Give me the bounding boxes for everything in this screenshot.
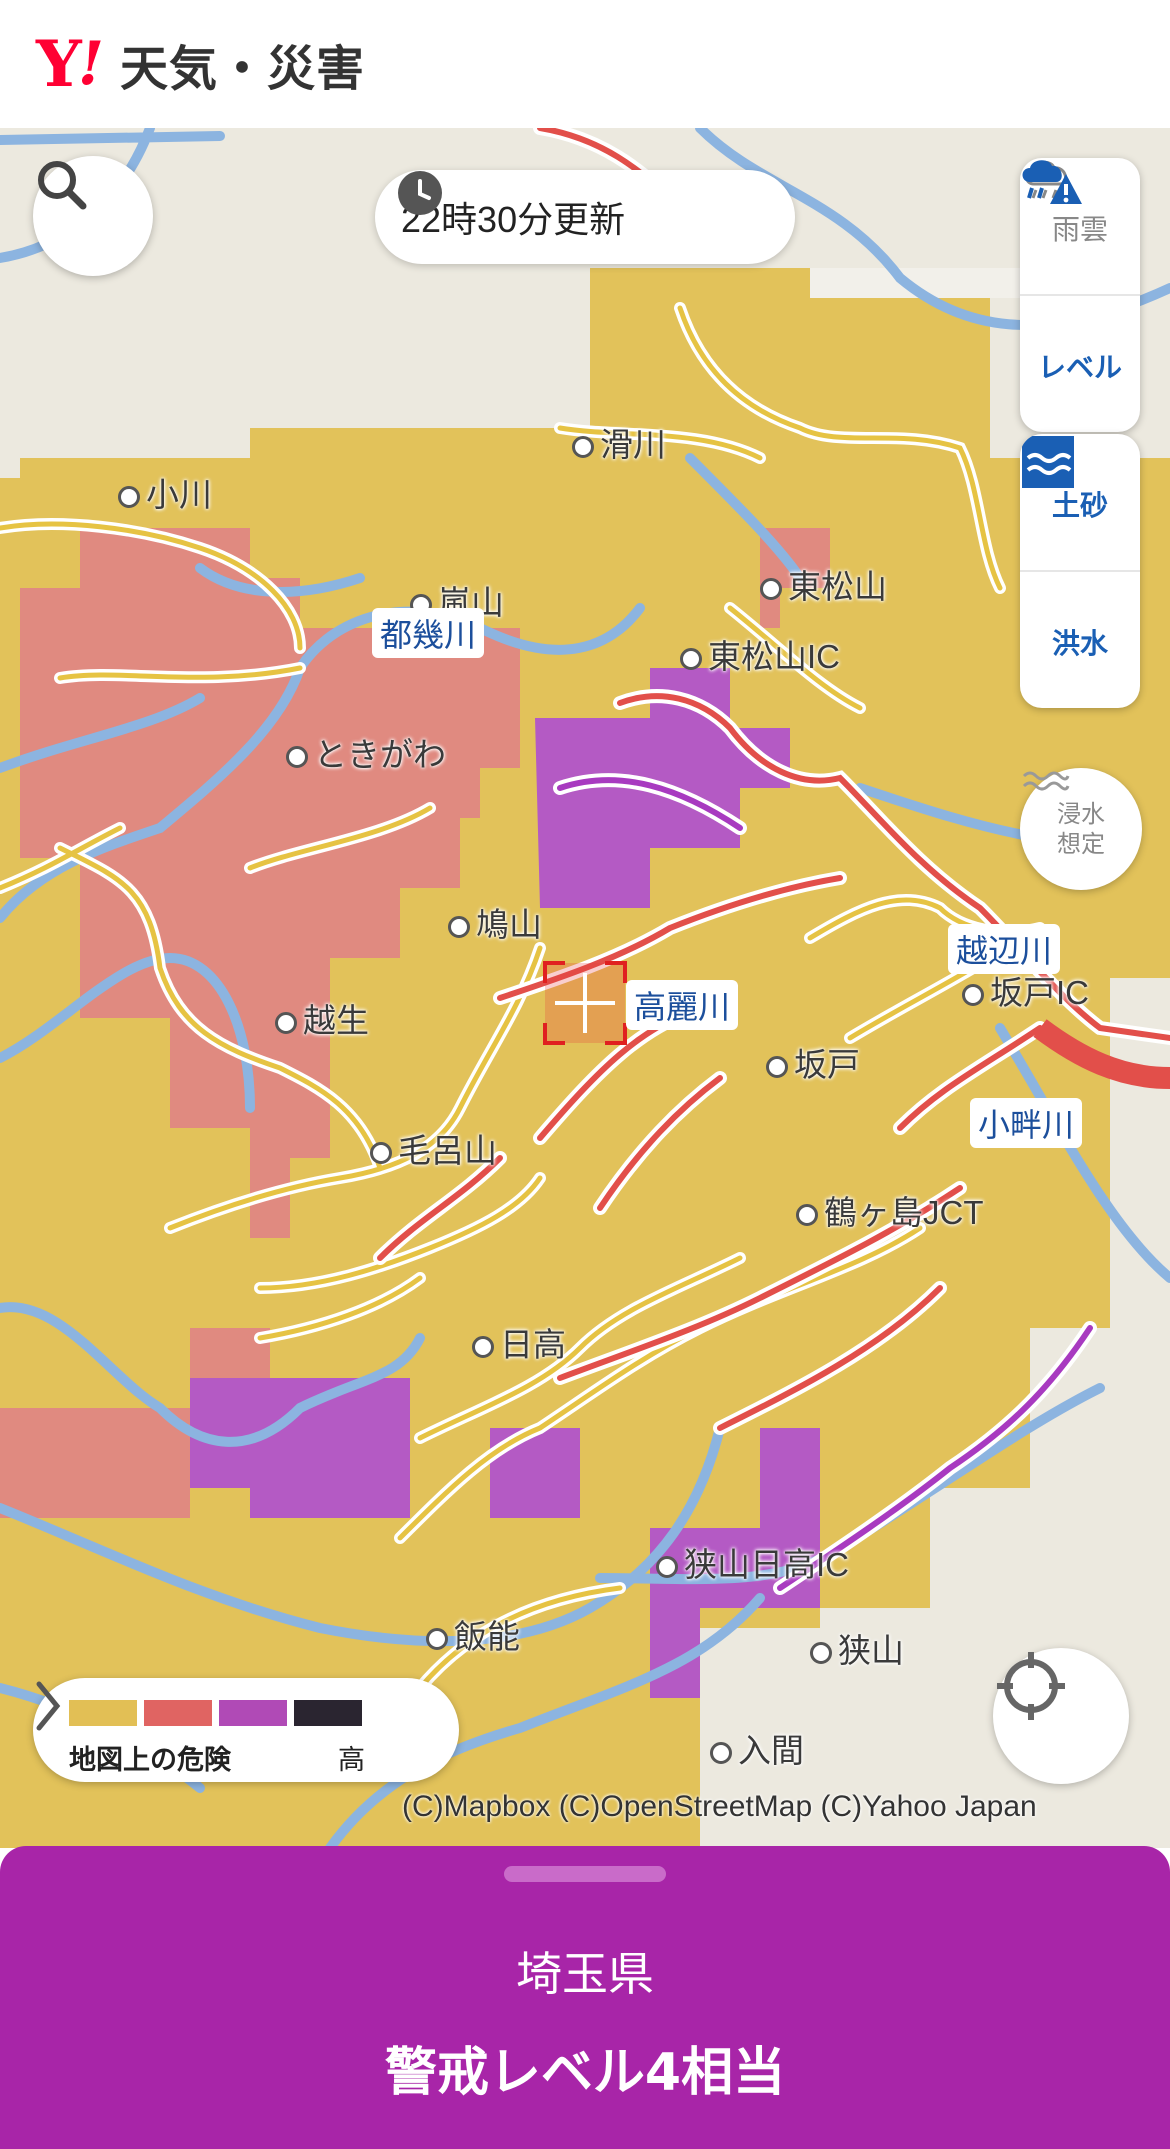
legend-label: 地図上の危険 [69,1745,231,1776]
place-label: 東松山 [760,560,887,608]
place-label: 狭山日高IC [656,1538,849,1586]
flood-layer-button[interactable]: 洪水 [1020,436,1140,708]
chevron-right-icon [36,1681,61,1731]
logo-y: Y [36,26,82,102]
inundation-label: 浸水想定 [1057,800,1105,858]
legend-high-label: 高 [338,1745,365,1776]
river-label-komagawa: 高麗川 [626,980,739,1030]
warning-region: 埼玉県 [516,1947,654,2001]
place-label: 小川 [118,468,212,516]
app-name: 天気・災害 [120,41,366,97]
flood-label: 洪水 [1051,627,1108,660]
place-label: 鳩山 [448,898,542,946]
weather-layer-group: 雨雲 レベル [1020,158,1140,432]
logo-mark: ! [77,29,105,99]
place-label: 入間 [710,1724,804,1772]
hazard-layer-group: 土砂 洪水 [1020,434,1140,708]
inundation-layer-button[interactable]: 浸水想定 [1020,768,1142,890]
yahoo-weather-logo[interactable]: Y ! 天気・災害 [36,24,365,104]
clock-icon [398,171,442,215]
legend-swatch-black [294,1700,362,1726]
app-header: Y ! 天気・災害 [0,0,1170,128]
place-label: 飯能 [426,1610,520,1658]
rain-cloud-label: 雨雲 [1051,213,1108,246]
place-label: ときがわ [286,728,446,776]
place-label: 坂戸 [766,1038,860,1086]
warning-level-text: 警戒レベル4相当 [384,2043,786,2103]
water-wave-icon [1022,771,1070,791]
search-button[interactable] [33,156,153,276]
warning-level-label: レベル [1037,351,1122,384]
rain-warning-icon [1022,160,1082,204]
flood-icon [1022,436,1074,488]
search-icon [38,161,87,210]
river-label-koazegawa: 小畔川 [970,1098,1083,1148]
hazard-legend[interactable]: 地図上の危険 高 [33,1678,459,1782]
warning-level-layer-button[interactable]: レベル [1020,160,1140,432]
place-label: 狭山 [810,1624,904,1672]
landslide-label: 土砂 [1051,489,1108,522]
map-attribution: (C)Mapbox (C)OpenStreetMap (C)Yahoo Japa… [402,1790,1037,1823]
crosshair-icon [997,1652,1065,1720]
legend-swatch-purple [219,1700,287,1726]
place-label: 滑川 [572,418,666,466]
place-label: 毛呂山 [370,1124,497,1172]
river-label-oppegawa: 越辺川 [948,924,1061,974]
place-label: 日高 [472,1318,566,1366]
place-label: 東松山IC [680,630,840,678]
hazard-map[interactable]: 22時30分更新 雨雲 レベル 土砂 洪水 浸水想定 小川 滑川 東松山 嵐山 … [0,128,1170,1848]
sheet-drag-handle[interactable] [504,1866,666,1882]
warning-bottom-sheet[interactable]: 埼玉県 警戒レベル4相当 [0,1846,1170,2149]
legend-swatch-yellow [69,1700,137,1726]
place-label: 鶴ヶ島JCT [796,1186,984,1234]
river-label-tokigawa: 都幾川 [372,608,485,658]
hazard-area-red-3 [0,1408,190,1518]
map-center-marker [543,961,627,1045]
update-time-pill: 22時30分更新 [375,170,795,264]
current-location-button[interactable] [993,1648,1129,1784]
place-label: 越生 [275,994,369,1042]
legend-swatch-red [144,1700,212,1726]
